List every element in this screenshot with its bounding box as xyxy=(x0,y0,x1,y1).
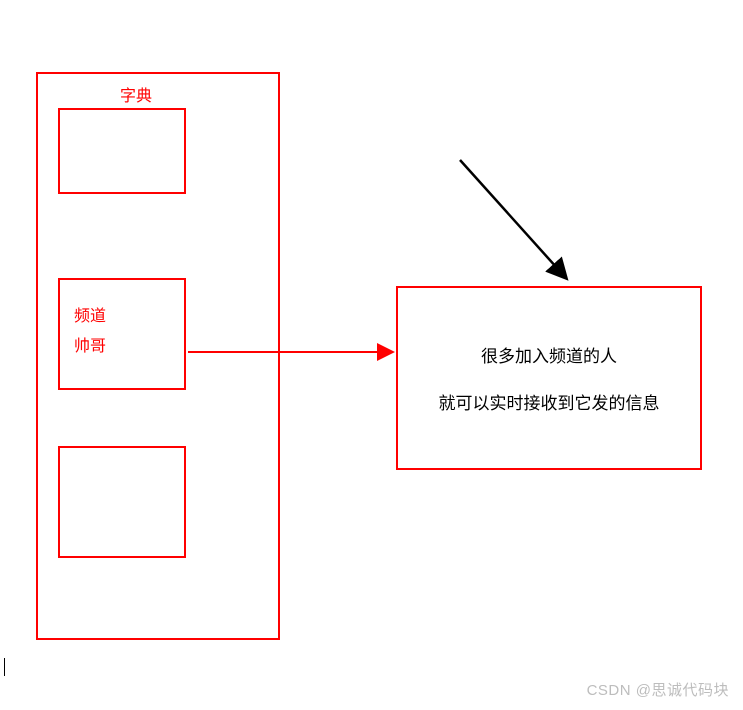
subscribers-line2: 就可以实时接收到它发的信息 xyxy=(439,389,660,414)
subscribers-box: 很多加入频道的人 就可以实时接收到它发的信息 xyxy=(396,286,702,470)
dictionary-title: 字典 xyxy=(120,82,152,106)
middle-box-line1: 频道 xyxy=(74,302,106,326)
inner-box-bottom xyxy=(58,446,186,558)
inner-box-top xyxy=(58,108,186,194)
arrow-black-icon xyxy=(460,160,566,278)
subscribers-line1: 很多加入频道的人 xyxy=(481,342,617,367)
text-cursor xyxy=(4,658,5,676)
watermark-text: CSDN @思诚代码块 xyxy=(587,679,729,700)
middle-box-line2: 帅哥 xyxy=(74,332,106,356)
